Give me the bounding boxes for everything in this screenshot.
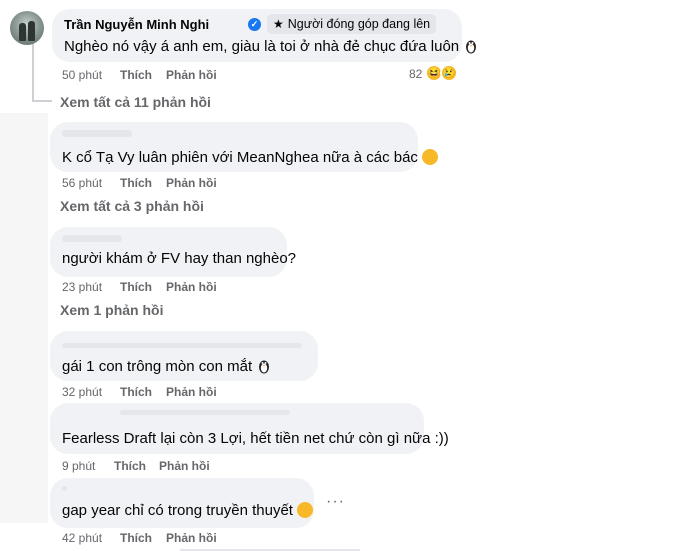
penguin-emoji-icon [259,360,270,374]
comment-time[interactable]: 42 phút [62,531,102,545]
hidden-author-name [62,343,302,348]
like-button[interactable]: Thích [120,385,152,399]
comment-text: K cổ Tạ Vy luân phiên với MeanNghea nữa … [62,148,438,167]
reply-button[interactable]: Phản hồi [166,176,217,190]
like-button[interactable]: Thích [120,280,152,294]
comment-actions: 56 phút Thích Phản hồi [62,176,262,190]
comment-actions: 9 phút Thích Phản hồi [62,459,262,473]
thinking-emoji-icon [296,502,313,518]
comment-bubble: K cổ Tạ Vy luân phiên với MeanNghea nữa … [50,122,438,172]
thread-line-branch [32,100,52,102]
hidden-author-name [62,235,122,242]
reply-button[interactable]: Phản hồi [166,385,217,399]
comment-time[interactable]: 50 phút [62,68,102,82]
star-icon: ★ [273,17,284,31]
comment-text: Fearless Draft lại còn 3 Lợi, hết tiền n… [62,430,449,447]
comment-time[interactable]: 23 phút [62,280,102,294]
hidden-author-name [62,130,132,137]
like-button[interactable]: Thích [114,459,146,473]
comment-text: người khám ở FV hay than nghèo? [62,250,297,267]
sad-emoji-icon[interactable]: 😢 [440,64,458,82]
like-button[interactable]: Thích [120,531,152,545]
comment-text: Nghèo nó vậy á anh em, giàu là toi ở nhà… [64,37,479,56]
view-replies-link[interactable]: Xem tất cả 3 phản hồi [60,198,204,214]
avatar-figure [19,23,26,41]
contributor-badge[interactable]: ★ Người đóng góp đang lên [267,14,437,34]
avatar[interactable] [10,11,44,45]
reply-button[interactable]: Phản hồi [159,459,210,473]
verified-badge-icon: ✓ [248,18,261,31]
comment-text-content: K cổ Tạ Vy luân phiên với MeanNghea nữa … [62,149,418,166]
reply-button[interactable]: Phản hồi [166,280,217,294]
comment-bubble: người khám ở FV hay than nghèo? [50,227,296,277]
comment-bubble: gái 1 con trông mòn con mắt [50,331,318,381]
comment-text-content: Nghèo nó vậy á anh em, giàu là toi ở nhà… [64,38,460,55]
view-replies-link[interactable]: Xem tất cả 11 phản hồi [60,94,211,110]
like-button[interactable]: Thích [120,176,152,190]
comment-actions: 50 phút Thích Phản hồi [62,68,402,82]
avatar-figure [28,21,35,41]
like-button[interactable]: Thích [120,68,152,82]
comment-bubble: gap year chỉ có trong truyền thuyết [50,478,314,528]
reaction-count[interactable]: 82 [409,67,422,81]
comment-time[interactable]: 9 phút [62,459,95,473]
penguin-emoji-icon [466,40,477,54]
hidden-author-name [120,410,290,415]
comment-bubble: Trần Nguyễn Minh Nghi ✓ ★ Người đóng góp … [52,9,477,62]
comment-bubble: Fearless Draft lại còn 3 Lợi, hết tiền n… [50,403,449,454]
reply-button[interactable]: Phản hồi [166,531,217,545]
left-gutter [0,113,48,523]
comment-actions: 23 phút Thích Phản hồi [62,280,262,294]
thread-line [32,44,34,102]
view-replies-link[interactable]: Xem 1 phản hồi [60,302,163,318]
comment-text-content: gái 1 con trông mòn con mắt [62,358,253,375]
comment-text: gái 1 con trông mòn con mắt [62,357,272,376]
comment-text-content: gap year chỉ có trong truyền thuyết [62,502,293,519]
comment-actions: 42 phút Thích Phản hồi [62,531,262,545]
comment-time[interactable]: 56 phút [62,176,102,190]
comment-author[interactable]: Trần Nguyễn Minh Nghi [64,17,209,32]
comment-actions: 32 phút Thích Phản hồi [62,385,262,399]
more-horizontal-icon[interactable]: ··· [326,493,345,511]
reply-button[interactable]: Phản hồi [166,68,217,82]
contributor-badge-label: Người đóng góp đang lên [287,17,431,31]
comment-time[interactable]: 32 phút [62,385,102,399]
frown-emoji-icon [421,149,438,165]
hidden-author-name [62,486,67,491]
comment-text: gap year chỉ có trong truyền thuyết [62,501,313,520]
